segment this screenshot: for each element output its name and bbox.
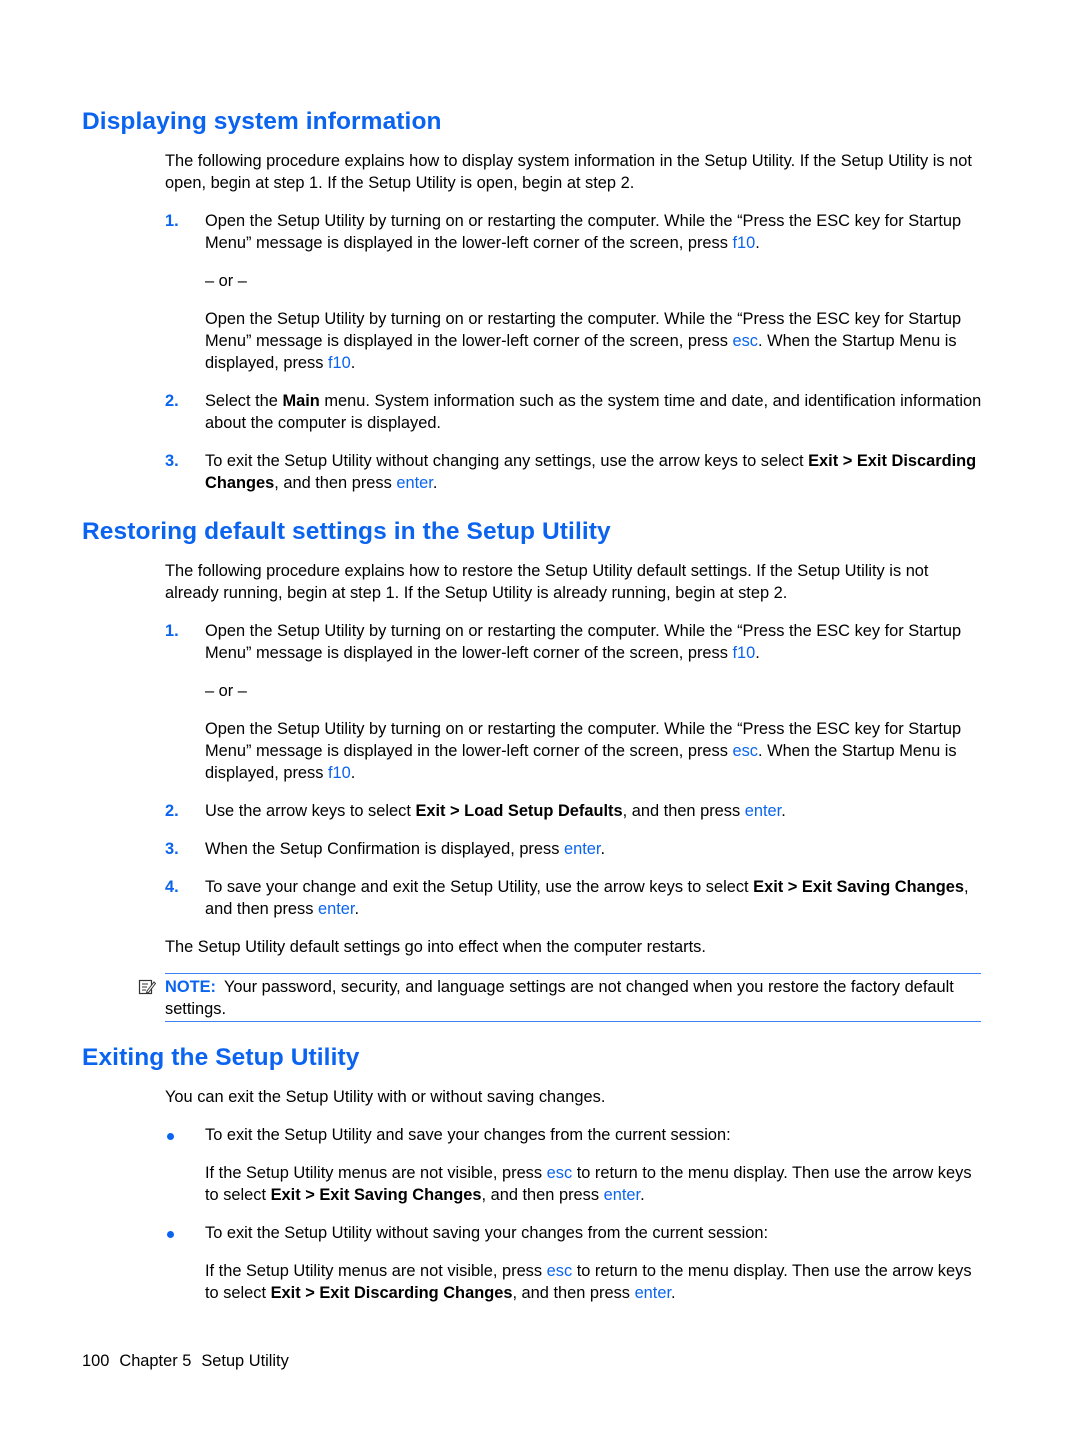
menu-path: Exit > Load Setup Defaults bbox=[415, 802, 623, 820]
step-number: 4. bbox=[165, 878, 179, 896]
section-title-restoring-default-settings: Restoring default settings in the Setup … bbox=[82, 518, 611, 545]
section-intro: The following procedure explains how to … bbox=[165, 562, 929, 602]
section-intro: You can exit the Setup Utility with or w… bbox=[165, 1088, 606, 1106]
key-f10: f10 bbox=[732, 234, 756, 252]
step-number: 2. bbox=[165, 802, 179, 820]
note-label: NOTE: bbox=[165, 978, 216, 996]
key-esc: esc bbox=[732, 332, 758, 350]
step-text: To exit the Setup Utility without changi… bbox=[205, 450, 985, 494]
note-pencil-icon bbox=[138, 979, 156, 995]
menu-path: Exit > Exit Discarding Changes bbox=[270, 1284, 513, 1302]
step-text-part: . bbox=[432, 474, 438, 492]
bullet-dot-icon bbox=[167, 1133, 174, 1140]
key-enter: enter bbox=[563, 840, 601, 858]
step-text-part: Open the Setup Utility by turning on or … bbox=[205, 622, 962, 662]
section-outro: The Setup Utility default settings go in… bbox=[165, 938, 706, 956]
key-enter: enter bbox=[396, 474, 433, 492]
step-text-part: menu. System information such as the sys… bbox=[205, 392, 982, 432]
step-alt-text: Open the Setup Utility by turning on or … bbox=[205, 308, 985, 374]
step-text-part: . bbox=[755, 644, 760, 662]
step-text: Open the Setup Utility by turning on or … bbox=[205, 210, 985, 254]
page-number: 100 bbox=[82, 1352, 110, 1370]
step-text-part: When the Setup Confirmation is displayed… bbox=[205, 840, 564, 858]
key-esc: esc bbox=[546, 1262, 573, 1280]
key-enter: enter bbox=[634, 1284, 672, 1302]
text-part: . bbox=[640, 1186, 645, 1204]
key-enter: enter bbox=[744, 802, 782, 820]
section-title-exiting-setup-utility: Exiting the Setup Utility bbox=[82, 1044, 360, 1071]
step-text-part: Use the arrow keys to select bbox=[205, 802, 416, 820]
step-text: Use the arrow keys to select Exit > Load… bbox=[205, 800, 985, 822]
page-footer: 100 Chapter 5 Setup Utility bbox=[82, 1350, 299, 1372]
step-text-part: . bbox=[600, 840, 605, 858]
chapter-title: Setup Utility bbox=[201, 1352, 289, 1370]
bullet-dot-icon bbox=[167, 1231, 174, 1238]
step-text-part: . bbox=[350, 354, 356, 372]
step-text-part: Select the bbox=[205, 392, 283, 410]
text-part: If the Setup Utility menus are not visib… bbox=[205, 1164, 547, 1182]
chapter-number: Chapter 5 bbox=[119, 1352, 192, 1370]
step-text-part: To save your change and exit the Setup U… bbox=[205, 878, 754, 896]
or-separator: – or – bbox=[205, 272, 247, 290]
text-part: , and then press bbox=[481, 1186, 604, 1204]
step-text: To save your change and exit the Setup U… bbox=[205, 876, 985, 920]
or-separator: – or – bbox=[205, 682, 247, 700]
step-text-part: . bbox=[350, 764, 356, 782]
key-esc: esc bbox=[732, 742, 758, 760]
step-number: 1. bbox=[165, 622, 179, 640]
step-text-part: , and then press bbox=[274, 474, 397, 492]
key-f10: f10 bbox=[328, 764, 351, 782]
key-f10: f10 bbox=[328, 354, 351, 372]
note-text: Your password, security, and language se… bbox=[165, 978, 954, 1018]
step-number: 2. bbox=[165, 392, 179, 410]
step-text-part: , and then press bbox=[622, 802, 745, 820]
bullet-subtext: If the Setup Utility menus are not visib… bbox=[205, 1162, 985, 1206]
text-part: If the Setup Utility menus are not visib… bbox=[205, 1262, 547, 1280]
step-text-part: To exit the Setup Utility without changi… bbox=[205, 452, 809, 470]
section-intro: The following procedure explains how to … bbox=[165, 152, 972, 192]
step-text: Select the Main menu. System information… bbox=[205, 390, 985, 434]
step-text-part: . bbox=[755, 234, 760, 252]
key-enter: enter bbox=[318, 900, 355, 918]
key-esc: esc bbox=[546, 1164, 573, 1182]
step-text: Open the Setup Utility by turning on or … bbox=[205, 620, 985, 664]
key-f10: f10 bbox=[732, 644, 756, 662]
bullet-subtext: If the Setup Utility menus are not visib… bbox=[205, 1260, 985, 1304]
step-number: 3. bbox=[165, 840, 179, 858]
text-part: . bbox=[671, 1284, 676, 1302]
step-number: 1. bbox=[165, 212, 179, 230]
step-text-part: Open the Setup Utility by turning on or … bbox=[205, 212, 962, 252]
menu-path: Exit > Exit Saving Changes bbox=[753, 878, 965, 896]
menu-path: Exit > Exit Saving Changes bbox=[270, 1186, 482, 1204]
bullet-text: To exit the Setup Utility and save your … bbox=[205, 1126, 731, 1144]
step-text-part: . bbox=[781, 802, 786, 820]
bullet-text: To exit the Setup Utility without saving… bbox=[205, 1224, 769, 1242]
menu-name: Main bbox=[282, 392, 320, 410]
step-text: When the Setup Confirmation is displayed… bbox=[205, 838, 985, 860]
section-title-displaying-system-information: Displaying system information bbox=[82, 108, 442, 135]
step-number: 3. bbox=[165, 452, 179, 470]
text-part: , and then press bbox=[512, 1284, 635, 1302]
step-alt-text: Open the Setup Utility by turning on or … bbox=[205, 718, 985, 784]
step-text-part: . bbox=[354, 900, 360, 918]
key-enter: enter bbox=[603, 1186, 641, 1204]
note-box: NOTE: Your password, security, and langua… bbox=[138, 973, 981, 1022]
